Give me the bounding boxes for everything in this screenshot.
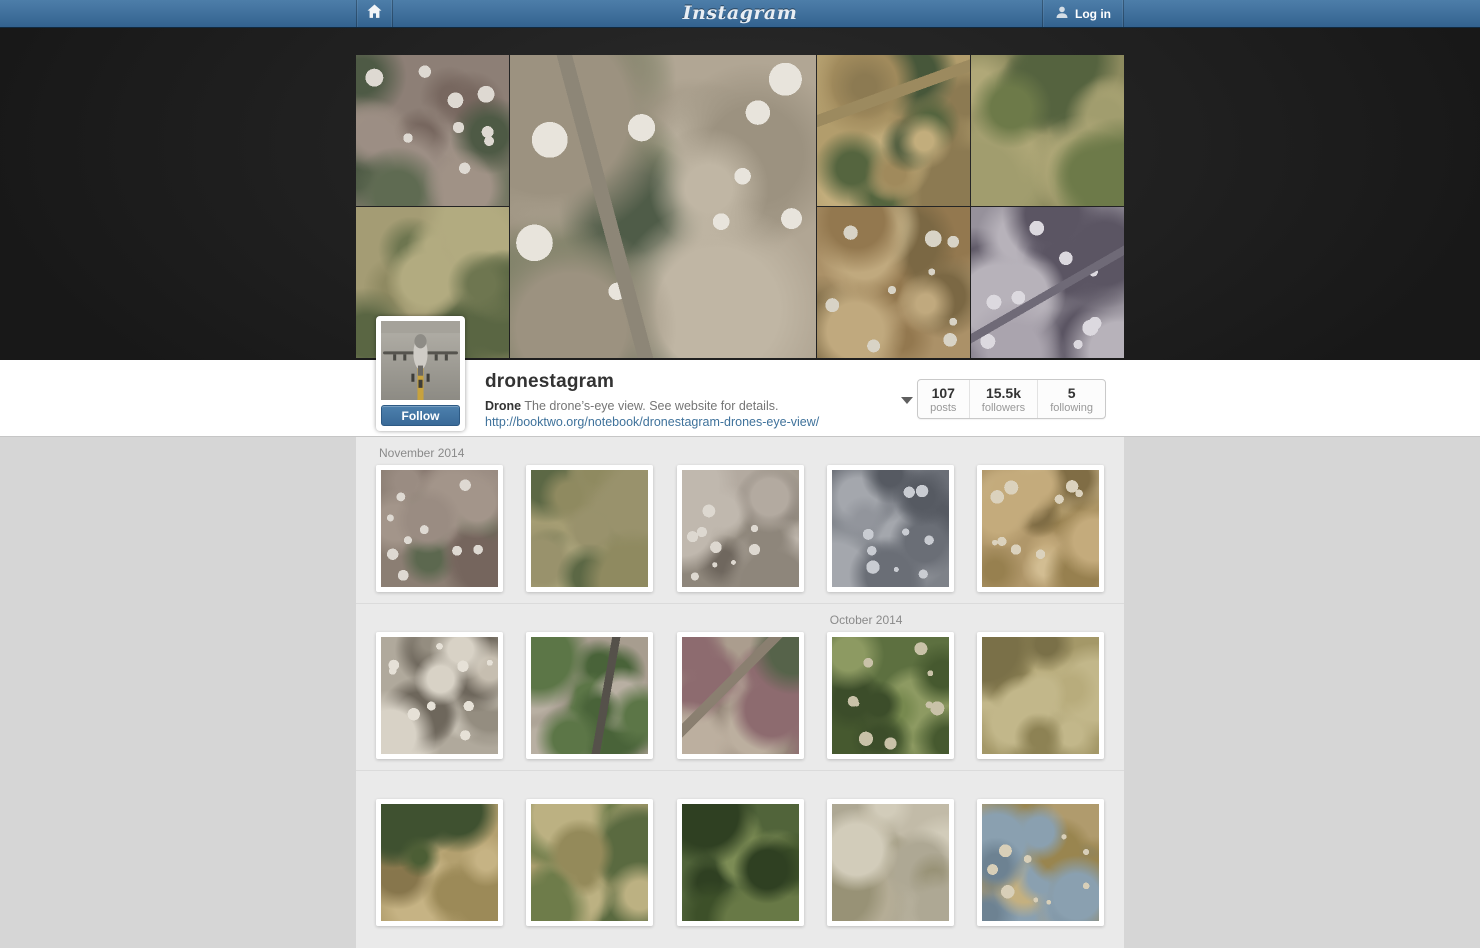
photo-thumbnail[interactable] bbox=[526, 465, 653, 592]
grid-cell: November 2014 bbox=[376, 443, 503, 592]
stat-following[interactable]: 5 following bbox=[1038, 380, 1105, 418]
top-nav-inner: Instagram Log in bbox=[356, 0, 1124, 27]
photo-thumbnail[interactable] bbox=[827, 799, 954, 926]
aerial-photo bbox=[982, 470, 1099, 587]
aerial-photo bbox=[982, 804, 1099, 921]
top-nav-bar: Instagram Log in bbox=[0, 0, 1480, 28]
photo-thumbnail[interactable] bbox=[526, 632, 653, 759]
stat-following-value: 5 bbox=[1050, 385, 1093, 401]
grid-cell bbox=[977, 777, 1104, 926]
aerial-photo bbox=[381, 470, 498, 587]
aerial-photo bbox=[832, 470, 949, 587]
month-label-empty bbox=[977, 777, 1104, 799]
aerial-photo bbox=[531, 470, 648, 587]
aerial-photo bbox=[682, 637, 799, 754]
photo-row-1: November 2014 bbox=[356, 437, 1124, 603]
grid-cell bbox=[977, 443, 1104, 592]
aerial-photo bbox=[381, 804, 498, 921]
photo-thumbnail[interactable] bbox=[677, 465, 804, 592]
photo-thumbnail[interactable] bbox=[376, 799, 503, 926]
follow-button[interactable]: Follow bbox=[381, 405, 460, 426]
collage-photo-3 bbox=[510, 55, 816, 358]
month-label-empty bbox=[526, 610, 653, 632]
month-label-empty bbox=[827, 777, 954, 799]
profile-website-link[interactable]: http://booktwo.org/notebook/dronestagram… bbox=[485, 415, 819, 429]
grid-cell bbox=[827, 443, 954, 592]
month-label-november-2014: November 2014 bbox=[376, 443, 503, 465]
month-label-october-2014: October 2014 bbox=[827, 610, 954, 632]
profile-header bbox=[0, 28, 1480, 360]
grid-cell bbox=[526, 777, 653, 926]
month-label-empty bbox=[827, 443, 954, 465]
stat-followers-value: 15.5k bbox=[982, 385, 1025, 401]
grid-cell bbox=[526, 443, 653, 592]
collage-photo-5 bbox=[971, 55, 1124, 206]
stat-posts-label: posts bbox=[930, 402, 957, 414]
photo-row-3 bbox=[356, 770, 1124, 937]
grid-cell bbox=[376, 610, 503, 759]
collage-photo-1 bbox=[356, 55, 509, 206]
photo-thumbnail[interactable] bbox=[827, 632, 954, 759]
month-label-empty bbox=[977, 443, 1104, 465]
aerial-photo bbox=[531, 637, 648, 754]
month-label-empty bbox=[677, 443, 804, 465]
grid-cell bbox=[677, 443, 804, 592]
header-photo-collage bbox=[356, 28, 1124, 358]
aerial-photo bbox=[832, 637, 949, 754]
grid-cell bbox=[677, 777, 804, 926]
grid-cell bbox=[677, 610, 804, 759]
grid-cell bbox=[526, 610, 653, 759]
photo-thumbnail[interactable] bbox=[977, 799, 1104, 926]
photo-grid-panel: November 2014 bbox=[356, 437, 1124, 948]
month-label-empty bbox=[977, 610, 1104, 632]
month-label-empty bbox=[526, 443, 653, 465]
photo-thumbnail[interactable] bbox=[977, 465, 1104, 592]
photo-thumbnail[interactable] bbox=[376, 465, 503, 592]
profile-bio-name: Drone bbox=[485, 399, 521, 413]
month-label-empty bbox=[677, 777, 804, 799]
stat-posts-value: 107 bbox=[930, 385, 957, 401]
grid-cell: October 2014 bbox=[827, 610, 954, 759]
grid-cell bbox=[376, 777, 503, 926]
aerial-photo bbox=[381, 637, 498, 754]
photo-thumbnail[interactable] bbox=[526, 799, 653, 926]
home-button[interactable] bbox=[356, 0, 393, 27]
month-label-empty bbox=[376, 777, 503, 799]
photo-thumbnail[interactable] bbox=[677, 632, 804, 759]
stats-box: 107 posts 15.5k followers 5 following bbox=[917, 379, 1106, 419]
aerial-photo bbox=[982, 637, 1099, 754]
chevron-down-icon[interactable] bbox=[901, 397, 913, 404]
aerial-photo bbox=[531, 804, 648, 921]
month-label-empty bbox=[677, 610, 804, 632]
collage-photo-7 bbox=[971, 207, 1124, 358]
photo-row-2: October 2014 bbox=[356, 603, 1124, 770]
stat-posts[interactable]: 107 posts bbox=[918, 380, 970, 418]
profile-info-band: Follow dronestagram Drone The drone’s-ey… bbox=[0, 360, 1480, 437]
month-label-empty bbox=[526, 777, 653, 799]
instagram-logo[interactable]: Instagram bbox=[683, 0, 798, 27]
grid-cell bbox=[827, 777, 954, 926]
aerial-photo bbox=[682, 804, 799, 921]
avatar-card: Follow bbox=[376, 316, 465, 431]
stat-followers[interactable]: 15.5k followers bbox=[970, 380, 1038, 418]
photo-thumbnail[interactable] bbox=[827, 465, 954, 592]
stat-following-label: following bbox=[1050, 402, 1093, 414]
collage-photo-4 bbox=[817, 55, 970, 206]
aerial-photo bbox=[682, 470, 799, 587]
grid-cell bbox=[977, 610, 1104, 759]
month-label-empty bbox=[376, 610, 503, 632]
profile-bio-text: The drone’s-eye view. See website for de… bbox=[524, 399, 778, 413]
avatar bbox=[381, 321, 460, 400]
aerial-photo bbox=[832, 804, 949, 921]
stat-followers-label: followers bbox=[982, 402, 1025, 414]
photo-thumbnail[interactable] bbox=[376, 632, 503, 759]
person-icon bbox=[1055, 5, 1069, 22]
collage-photo-6 bbox=[817, 207, 970, 358]
login-label: Log in bbox=[1075, 7, 1111, 21]
photo-thumbnail[interactable] bbox=[977, 632, 1104, 759]
photo-thumbnail[interactable] bbox=[677, 799, 804, 926]
home-icon bbox=[367, 4, 382, 24]
login-button[interactable]: Log in bbox=[1042, 0, 1124, 27]
